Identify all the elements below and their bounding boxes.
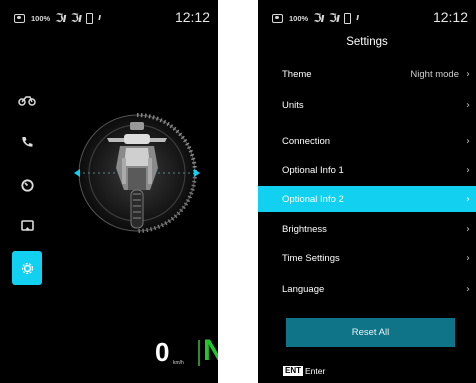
chevron-right-icon: › xyxy=(466,164,470,176)
signal-icon-2: ℑı xyxy=(70,11,83,25)
settings-item-label: Connection xyxy=(282,135,331,147)
chevron-right-icon: › xyxy=(466,252,470,264)
settings-item-brightness[interactable]: Brightness › xyxy=(258,216,476,242)
clock: 12:12 xyxy=(174,9,210,25)
settings-item-optional-info-2[interactable]: Optional Info 2 › xyxy=(258,186,476,212)
gauge-icon[interactable] xyxy=(12,170,42,200)
chevron-right-icon: › xyxy=(466,68,470,80)
settings-item-connection[interactable]: Connection › xyxy=(258,128,476,154)
settings-item-label: Units xyxy=(282,99,304,111)
motorcycle-illustration xyxy=(62,98,212,248)
reset-all-button[interactable]: Reset All xyxy=(286,318,455,347)
ent-hint-label: Enter xyxy=(305,366,326,376)
signal-bars-icon: ı xyxy=(98,13,101,23)
ent-key-badge: ENT xyxy=(283,366,303,376)
gear-divider xyxy=(198,340,200,366)
dashboard-screen: 100% ℑı ℑı ı 12:12 0 km/h N xyxy=(0,0,218,383)
chevron-right-icon: › xyxy=(466,135,470,147)
settings-item-units[interactable]: Units › xyxy=(258,92,476,118)
settings-item-label: Brightness xyxy=(282,223,327,235)
status-bar: 100% ℑı ℑı ı 12:12 xyxy=(258,0,476,34)
chevron-right-icon: › xyxy=(466,223,470,235)
settings-item-label: Optional Info 1 xyxy=(282,164,344,176)
phone-status-icon xyxy=(344,12,352,24)
settings-item-label: Time Settings xyxy=(282,252,340,264)
settings-screen: 100% ℑı ℑı ı 12:12 Settings Theme Night … xyxy=(258,0,476,383)
phone-icon[interactable] xyxy=(12,127,42,157)
gear-icon xyxy=(21,262,33,274)
status-bar: 100% ℑı ℑı ı 12:12 xyxy=(0,0,218,34)
gear-indicator: N xyxy=(203,334,218,367)
clock: 12:12 xyxy=(432,9,468,25)
speed-unit: km/h xyxy=(173,360,184,366)
settings-item-language[interactable]: Language › xyxy=(258,276,476,302)
cast-icon[interactable] xyxy=(12,211,42,241)
camera-icon xyxy=(14,13,25,23)
battery-percent: 100% xyxy=(31,13,51,23)
signal-bars-icon: ı xyxy=(356,13,359,23)
settings-item-time-settings[interactable]: Time Settings › xyxy=(258,245,476,271)
chevron-right-icon: › xyxy=(466,99,470,111)
chevron-right-icon: › xyxy=(466,193,470,205)
settings-item-label: Optional Info 2 xyxy=(282,193,344,205)
chevron-right-icon: › xyxy=(466,283,470,295)
motorcycle-icon[interactable] xyxy=(12,85,42,115)
settings-item-theme[interactable]: Theme Night mode › xyxy=(258,61,476,87)
camera-icon xyxy=(272,13,283,23)
signal-icon: ℑı xyxy=(55,11,67,25)
settings-gear-button[interactable] xyxy=(12,251,42,285)
settings-item-label: Language xyxy=(282,283,325,295)
battery-percent: 100% xyxy=(289,13,309,23)
signal-icon: ℑı xyxy=(313,11,325,25)
phone-status-icon xyxy=(86,12,94,24)
page-title: Settings xyxy=(346,36,388,48)
speed-value: 0 xyxy=(155,337,170,367)
settings-item-label: Theme xyxy=(282,68,312,80)
signal-icon-2: ℑı xyxy=(328,11,341,25)
settings-item-optional-info-1[interactable]: Optional Info 1 › xyxy=(258,157,476,183)
settings-item-value: Night mode xyxy=(410,68,459,80)
